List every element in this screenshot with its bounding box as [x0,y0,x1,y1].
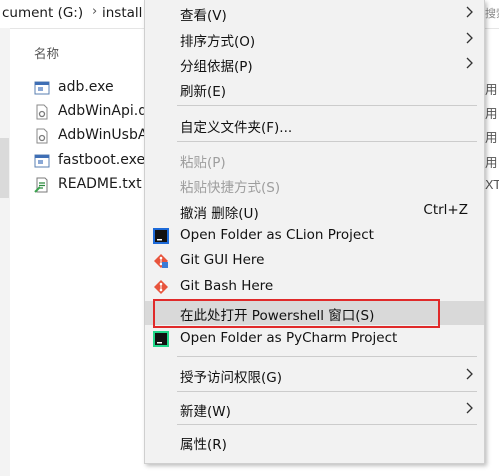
git-icon [154,280,168,294]
menu-item-label: 属性(R) [180,437,227,453]
menu-item-paste[interactable]: 粘贴(P) [145,148,484,172]
menu-item-git-gui[interactable]: Git GUI Here [145,249,484,273]
dll-icon [36,128,48,144]
menu-separator [177,141,477,142]
chevron-right-icon [466,368,473,380]
menu-item-group-by[interactable]: 分组依据(P) [145,52,484,76]
menu-separator [177,391,477,392]
menu-item-paste-shortcut[interactable]: 粘贴快捷方式(S) [145,173,484,197]
file-name: README.txt [58,176,142,192]
menu-item-label: 刷新(E) [180,84,227,100]
menu-item-label: 排序方式(O) [180,34,256,50]
menu-item-label: Git GUI Here [180,252,265,268]
menu-item-label: 撤消 删除(U) [180,206,259,222]
chevron-right-icon [466,32,473,44]
menu-separator [177,424,477,425]
chevron-right-icon [466,6,473,18]
exe-icon [34,81,50,95]
file-type-fragment: XT [485,177,499,192]
text-file-icon [34,177,48,193]
menu-item-new[interactable]: 新建(W) [145,397,484,421]
menu-item-label: 分组依据(P) [180,59,253,75]
breadcrumb-drive[interactable]: cument (G:) [2,5,83,21]
search-box-fragment[interactable]: 搜索 [485,5,499,21]
menu-item-customize-folder[interactable]: 自定义文件夹(F)... [145,113,484,137]
clion-icon [153,228,169,244]
file-name: AdbWinApi.d [58,103,148,119]
menu-item-label: 授予访问权限(G) [180,370,282,386]
menu-item-sort-by[interactable]: 排序方式(O) [145,27,484,51]
exe-icon [34,154,50,168]
file-type-fragment: 用 [485,106,498,121]
menu-item-open-pycharm[interactable]: Open Folder as PyCharm Project [145,327,484,351]
menu-item-label: Open Folder as CLion Project [180,227,374,243]
pycharm-icon [153,331,169,347]
file-name: fastboot.exe [58,152,146,168]
menu-item-git-bash[interactable]: Git Bash Here [145,275,484,299]
menu-item-undo-delete[interactable]: 撤消 删除(U) Ctrl+Z [145,199,484,223]
menu-item-label: 新建(W) [180,404,231,420]
chevron-right-icon [466,57,473,69]
menu-item-label: 查看(V) [180,8,227,24]
context-menu: 查看(V) 排序方式(O) 分组依据(P) 刷新(E) 自定义文件夹(F)...… [144,0,485,464]
dll-icon [36,104,48,120]
menu-item-properties[interactable]: 属性(R) [145,430,484,454]
breadcrumb-folder[interactable]: install [102,5,142,21]
chevron-right-icon [466,402,473,414]
menu-item-label: 粘贴快捷方式(S) [180,180,281,196]
file-type-fragment: 用 [485,155,498,170]
breadcrumb-separator: › [92,4,98,19]
menu-item-label: Open Folder as PyCharm Project [180,330,398,346]
scrollbar-thumb[interactable] [0,138,9,198]
file-type-fragment: 用 [485,82,498,97]
annotation-highlight-box [153,299,440,328]
git-icon [154,254,168,268]
menu-item-give-access[interactable]: 授予访问权限(G) [145,363,484,387]
file-type-fragment: 用 [485,130,498,145]
file-name: adb.exe [58,79,114,95]
file-name: AdbWinUsbA [58,127,148,143]
menu-item-label: 粘贴(P) [180,155,226,171]
menu-separator [177,105,477,106]
column-header-name[interactable]: 名称 [34,43,59,62]
menu-item-refresh[interactable]: 刷新(E) [145,77,484,101]
menu-item-label: Git Bash Here [180,278,274,294]
menu-item-shortcut: Ctrl+Z [423,202,468,218]
menu-separator [177,356,477,357]
menu-item-view[interactable]: 查看(V) [145,1,484,25]
menu-item-open-clion[interactable]: Open Folder as CLion Project [145,224,484,248]
navigation-pane-scrollbar[interactable] [0,28,10,476]
menu-item-label: 自定义文件夹(F)... [180,120,293,136]
